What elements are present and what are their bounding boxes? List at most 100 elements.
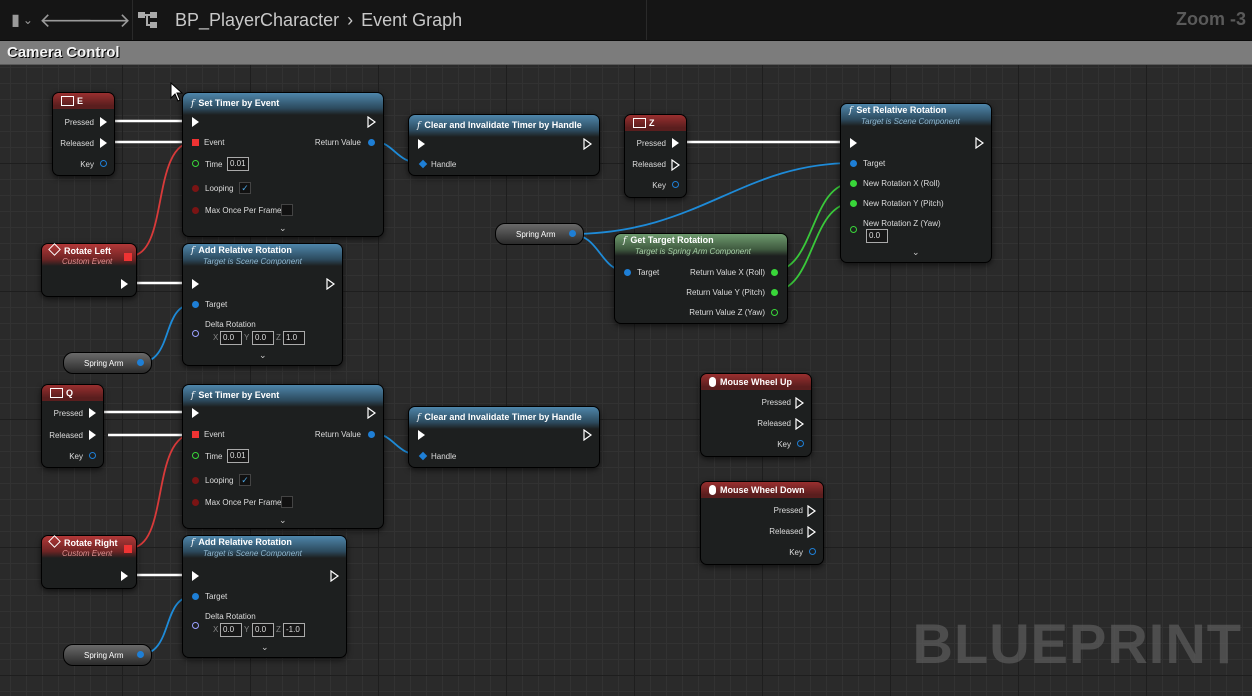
chevron-down-icon[interactable]: ⌄	[259, 350, 267, 361]
pin-label: Target	[205, 592, 228, 601]
bool-in-pin[interactable]	[192, 477, 199, 484]
float-in-pin[interactable]	[850, 200, 857, 207]
handle-in-pin[interactable]	[418, 159, 428, 169]
exec-out-pin-icon	[367, 116, 377, 128]
function-icon: f	[191, 391, 195, 401]
bool-in-pin[interactable]	[192, 207, 199, 214]
exec-out-pin[interactable]	[672, 138, 679, 148]
breadcrumb-blueprint[interactable]: BP_PlayerCharacter	[175, 10, 339, 31]
exec-in-pin[interactable]	[192, 408, 199, 418]
x-input[interactable]: 0.0	[220, 623, 242, 637]
max-once-checkbox[interactable]	[281, 496, 293, 508]
y-input[interactable]: 0.0	[252, 331, 274, 345]
keyboard-icon	[61, 96, 74, 107]
pin-label: Return Value Y (Pitch)	[686, 288, 765, 297]
node-header: f Clear and Invalidate Timer by Handle	[409, 407, 599, 429]
comment-header[interactable]: Camera Control	[0, 41, 1252, 65]
float-out-pin[interactable]	[771, 269, 778, 276]
key-q-node[interactable]: Q Pressed Released Key	[41, 384, 104, 468]
set-relative-rotation-node[interactable]: f Set Relative Rotation Target is Scene C…	[840, 103, 992, 263]
exec-in-pin[interactable]	[850, 138, 857, 148]
struct-out-pin[interactable]	[89, 452, 96, 459]
float-in-pin[interactable]	[850, 226, 857, 233]
get-target-rotation-node[interactable]: f Get Target Rotation Target is Spring Ar…	[614, 233, 788, 324]
chevron-down-icon[interactable]: ⌄	[912, 247, 920, 258]
exec-out-pin[interactable]	[121, 571, 128, 581]
chevron-down-icon[interactable]: ⌄	[279, 223, 287, 234]
object-in-pin[interactable]	[192, 593, 199, 600]
exec-in-pin[interactable]	[192, 117, 199, 127]
x-input[interactable]: 0.0	[220, 331, 242, 345]
exec-out-pin[interactable]	[89, 430, 96, 440]
rotator-in-pin[interactable]	[192, 330, 199, 337]
bookmark-menu-button[interactable]: ▮ ⌄	[4, 6, 40, 34]
node-subtitle: Target is Scene Component	[203, 548, 302, 558]
object-out-pin[interactable]	[137, 651, 144, 658]
mouse-wheel-up-node[interactable]: Mouse Wheel Up Pressed Released Key	[700, 373, 812, 457]
object-out-pin[interactable]	[569, 230, 576, 237]
spring-arm-variable[interactable]: Spring Arm	[63, 352, 152, 374]
exec-out-pin[interactable]	[100, 138, 107, 148]
float-in-pin[interactable]	[192, 452, 199, 459]
struct-out-pin[interactable]	[797, 440, 804, 447]
handle-out-pin[interactable]	[368, 431, 375, 438]
add-relative-rotation-node[interactable]: f Add Relative Rotation Target is Scene C…	[182, 535, 347, 658]
max-once-checkbox[interactable]	[281, 204, 293, 216]
rotator-in-pin[interactable]	[192, 622, 199, 629]
forward-button[interactable]: 🡒	[77, 6, 131, 34]
handle-in-pin[interactable]	[418, 451, 428, 461]
float-out-pin[interactable]	[771, 309, 778, 316]
exec-out-pin[interactable]	[100, 117, 107, 127]
set-timer-node[interactable]: f Set Timer by Event Event Return Value T…	[182, 92, 384, 237]
bool-in-pin[interactable]	[192, 185, 199, 192]
struct-out-pin[interactable]	[672, 181, 679, 188]
breadcrumb-graph[interactable]: Event Graph	[361, 10, 462, 31]
exec-out-pin[interactable]	[89, 408, 96, 418]
object-in-pin[interactable]	[624, 269, 631, 276]
looping-checkbox[interactable]: ✓	[239, 474, 251, 486]
bool-in-pin[interactable]	[192, 499, 199, 506]
float-in-pin[interactable]	[850, 180, 857, 187]
z-input[interactable]: 1.0	[283, 331, 305, 345]
exec-in-pin[interactable]	[418, 139, 425, 149]
object-in-pin[interactable]	[192, 301, 199, 308]
rotate-left-event-node[interactable]: Rotate Left Custom Event	[41, 242, 137, 297]
z-input[interactable]: -1.0	[283, 623, 305, 637]
delegate-out-pin[interactable]	[124, 545, 132, 553]
exec-out-pin-icon	[807, 526, 817, 538]
looping-checkbox[interactable]: ✓	[239, 182, 251, 194]
float-out-pin[interactable]	[771, 289, 778, 296]
delegate-in-pin[interactable]	[192, 139, 199, 146]
add-relative-rotation-node[interactable]: f Add Relative Rotation Target is Scene C…	[182, 243, 343, 366]
key-e-node[interactable]: E Pressed Released Key	[52, 92, 115, 176]
exec-in-pin[interactable]	[418, 430, 425, 440]
mouse-wheel-down-node[interactable]: Mouse Wheel Down Pressed Released Key	[700, 481, 824, 565]
spring-arm-variable[interactable]: Spring Arm	[63, 644, 152, 666]
z-input[interactable]: 0.0	[866, 229, 888, 243]
exec-out-pin-icon	[975, 137, 985, 149]
object-in-pin[interactable]	[850, 160, 857, 167]
pin-label: Delta Rotation	[205, 612, 256, 621]
rotate-right-event-node[interactable]: Rotate Right Custom Event	[41, 534, 137, 589]
back-button[interactable]: 🡐	[39, 6, 93, 34]
delegate-in-pin[interactable]	[192, 431, 199, 438]
float-in-pin[interactable]	[192, 160, 199, 167]
spring-arm-variable[interactable]: Spring Arm	[495, 223, 584, 245]
exec-in-pin[interactable]	[192, 571, 199, 581]
exec-in-pin[interactable]	[192, 279, 199, 289]
chevron-down-icon[interactable]: ⌄	[261, 642, 269, 653]
set-timer-node[interactable]: f Set Timer by Event Event Return Value T…	[182, 384, 384, 529]
handle-out-pin[interactable]	[368, 139, 375, 146]
clear-timer-node[interactable]: f Clear and Invalidate Timer by Handle Ha…	[408, 114, 600, 176]
exec-out-pin[interactable]	[121, 279, 128, 289]
time-input[interactable]: 0.01	[227, 157, 249, 171]
struct-out-pin[interactable]	[100, 160, 107, 167]
clear-timer-node[interactable]: f Clear and Invalidate Timer by Handle Ha…	[408, 406, 600, 468]
delegate-out-pin[interactable]	[124, 253, 132, 261]
time-input[interactable]: 0.01	[227, 449, 249, 463]
struct-out-pin[interactable]	[809, 548, 816, 555]
y-input[interactable]: 0.0	[252, 623, 274, 637]
object-out-pin[interactable]	[137, 359, 144, 366]
chevron-down-icon[interactable]: ⌄	[279, 515, 287, 526]
key-z-node[interactable]: Z Pressed Released Key	[624, 114, 687, 198]
